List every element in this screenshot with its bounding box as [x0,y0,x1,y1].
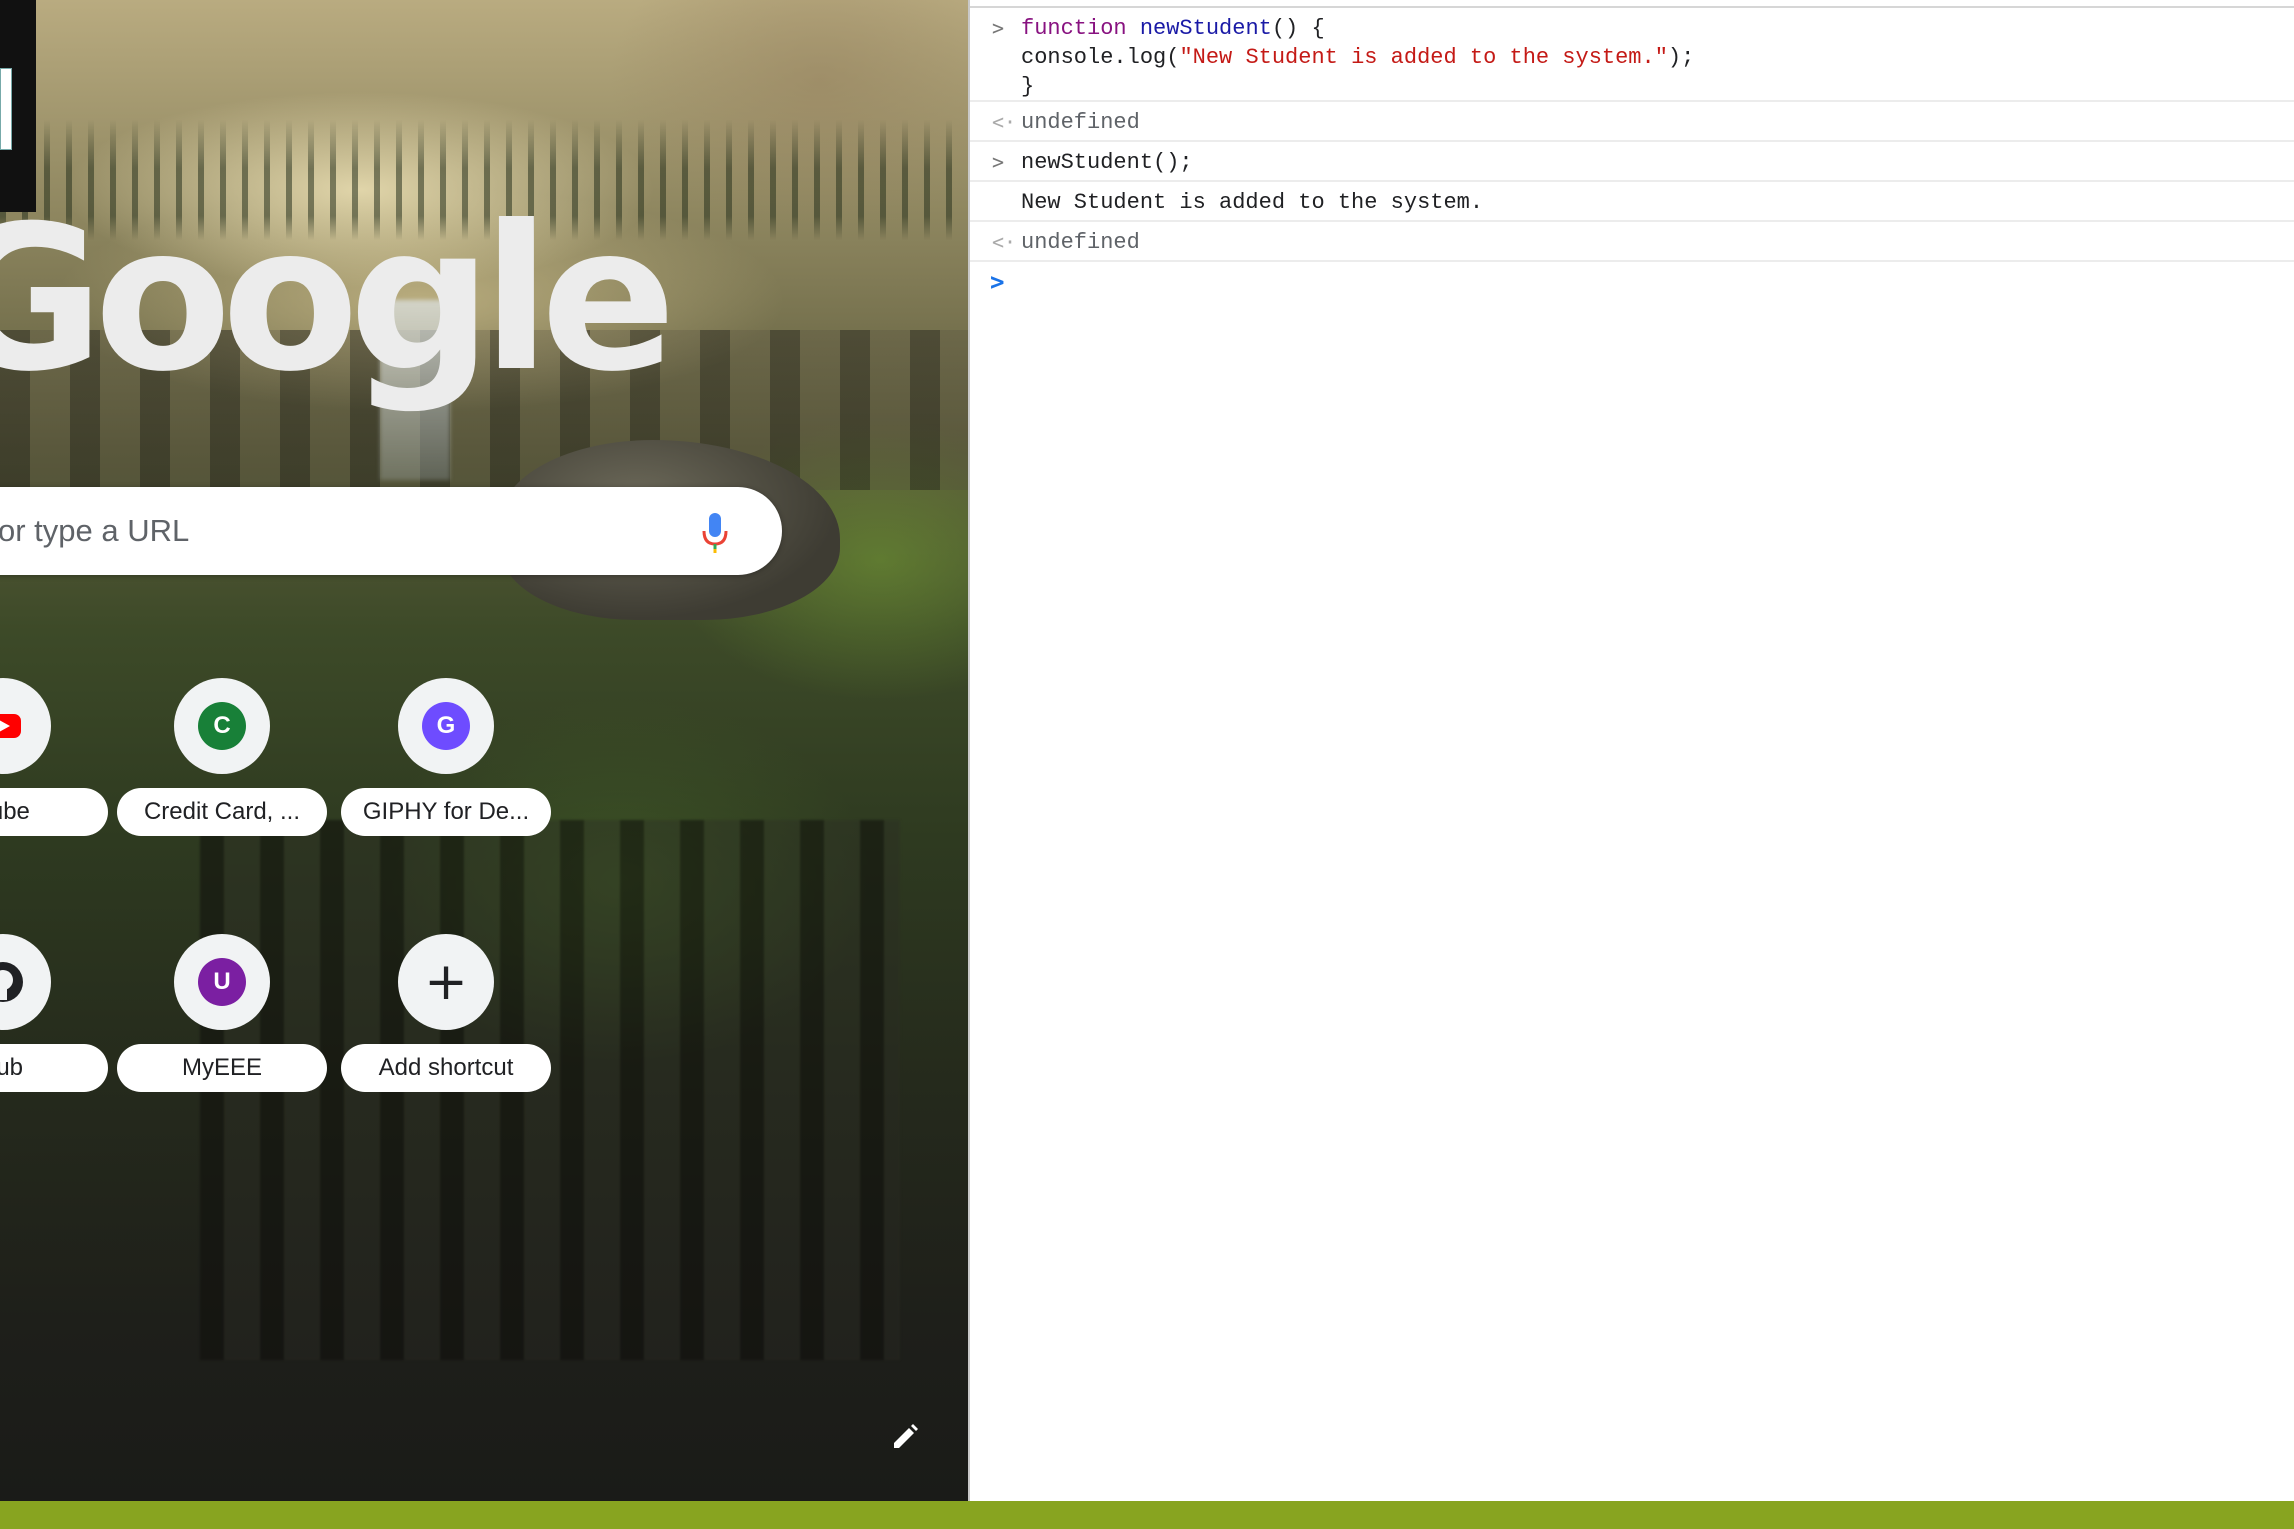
shortcut-icon-circle [0,934,51,1030]
console-result-entry: <· undefined [970,102,2294,142]
result-value: undefined [1021,230,1140,255]
shortcut-label: GIPHY for De... [341,788,551,836]
shortcut-github[interactable]: hub [0,934,108,1092]
code-function-name: newStudent [1139,16,1272,41]
pencil-icon[interactable] [884,1418,924,1458]
youtube-icon [0,714,21,738]
console-top-border [970,0,2294,8]
return-arrow-icon: <· [992,110,1017,134]
shortcut-icon-circle: C [174,678,270,774]
shortcut-icon-circle: G [398,678,494,774]
shortcut-label: hub [0,1044,108,1092]
code-line: console.log("New Student is added to the… [1021,45,1694,70]
shortcut-label: Tube [0,788,108,836]
code-text: () { [1271,16,1325,41]
new-tab-page: Google or type a URL Tube C Credit Card,… [0,0,968,1501]
shortcut-credit-card[interactable]: C Credit Card, ... [117,678,327,836]
result-value: undefined [1021,110,1140,135]
plus-icon: + [424,952,468,1012]
code-keyword: function [1021,16,1127,41]
console-log-entry: New Student is added to the system. [970,182,2294,222]
shortcut-icon-circle: + [398,934,494,1030]
github-icon [0,962,23,1002]
shortcut-youtube[interactable]: Tube [0,678,108,836]
code-string: "New Student is added to the system." [1179,45,1668,70]
console-input-entry: > newStudent(); [970,142,2294,182]
shortcut-icon-circle: U [174,934,270,1030]
letter-u-icon: U [198,958,246,1006]
shortcut-label: Credit Card, ... [117,788,327,836]
code-text: ); [1667,45,1695,70]
microphone-icon[interactable] [700,511,730,555]
search-box[interactable]: or type a URL [0,487,782,575]
overlapping-window-content [0,68,12,150]
shortcut-icon-circle [0,678,51,774]
return-arrow-icon: <· [992,230,1017,254]
code-line: } [1021,74,1035,99]
code-text: console.log( [1021,45,1180,70]
letter-c-icon: C [198,702,246,750]
add-shortcut-button[interactable]: + Add shortcut [341,934,551,1092]
shortcut-label: MyEEE [117,1044,327,1092]
search-placeholder: or type a URL [0,513,190,548]
shortcut-label: Add shortcut [341,1044,551,1092]
input-chevron-icon: > [992,150,1005,174]
code-line: function newStudent() { [1021,16,1325,41]
log-output: New Student is added to the system. [1021,190,1484,215]
console-result-entry: <· undefined [970,222,2294,262]
devtools-console[interactable]: > function newStudent() { console.log("N… [968,0,2294,1501]
shortcut-giphy[interactable]: G GIPHY for De... [341,678,551,836]
overlapping-window-edge[interactable] [0,0,36,212]
console-input-entry: > function newStudent() { console.log("N… [970,8,2294,102]
letter-g-icon: G [422,702,470,750]
taskbar[interactable] [0,1501,2294,1529]
input-chevron-icon: > [992,16,1005,40]
console-prompt-chevron-icon[interactable]: > [990,268,1004,296]
code-line: newStudent(); [1021,150,1193,175]
shortcut-myeee[interactable]: U MyEEE [117,934,327,1092]
google-logo: Google [0,183,676,416]
